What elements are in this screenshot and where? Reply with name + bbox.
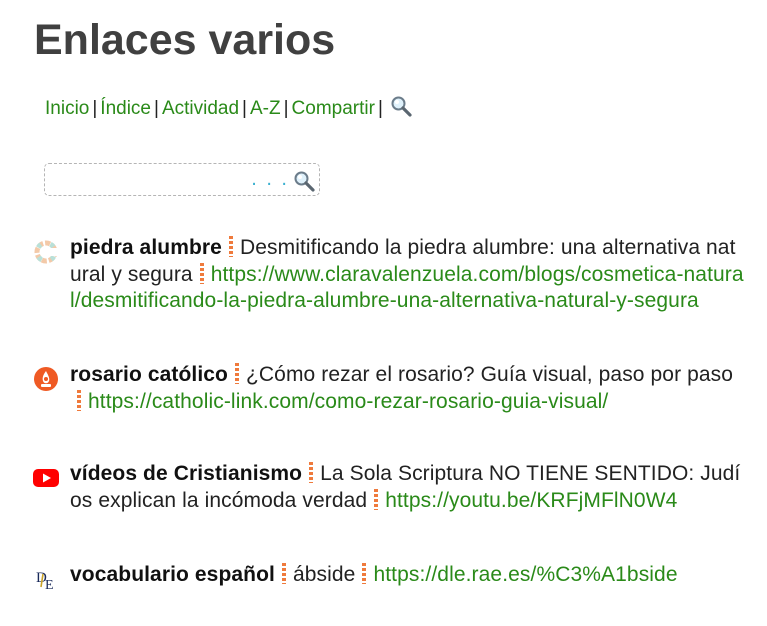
- entry-link[interactable]: https://dle.rae.es/%C3%A1bside: [373, 563, 677, 586]
- separator-bar: [374, 488, 379, 510]
- entry-term: vídeos de Cristianismo: [70, 462, 303, 485]
- search-box: . . .: [44, 163, 320, 196]
- entry-term: rosario católico: [70, 363, 228, 386]
- nav-link-compartir[interactable]: Compartir: [292, 98, 375, 119]
- separator-bar: [228, 236, 233, 257]
- nav-separator: |: [283, 98, 289, 119]
- entry-link[interactable]: https://catholic-link.com/como-rezar-ros…: [88, 390, 608, 413]
- clara-valenzuela-c-icon: [33, 239, 59, 265]
- catholic-link-icon: [33, 366, 59, 392]
- list-item: D E vocabulario español ábside https://dle…: [33, 562, 745, 593]
- search-icon[interactable]: [390, 95, 412, 125]
- list-item: vídeos de Cristianismo La Sola Scriptura …: [33, 461, 745, 514]
- svg-text:E: E: [45, 578, 54, 592]
- dle-rae-icon: D E: [33, 566, 59, 593]
- search-input[interactable]: [49, 167, 263, 193]
- nav-link-a-z[interactable]: A-Z: [250, 98, 281, 119]
- nav-link-actividad[interactable]: Actividad: [162, 98, 239, 119]
- entry-term: vocabulario español: [70, 563, 275, 586]
- page-title: Enlaces varios: [34, 16, 336, 64]
- entry-term: piedra alumbre: [70, 236, 222, 259]
- nav-link-indice[interactable]: Índice: [100, 98, 151, 119]
- separator-bar: [77, 389, 81, 411]
- youtube-icon: [33, 465, 59, 491]
- list-item: piedra alumbre Desmitificando la piedra a…: [33, 235, 745, 315]
- entry-description: ábside: [292, 563, 356, 586]
- nav-separator: |: [92, 98, 98, 119]
- separator-bar: [362, 563, 367, 584]
- entry-description: ¿Cómo rezar el rosario? Guía visual, pas…: [245, 363, 734, 386]
- nav-separator: |: [377, 98, 383, 119]
- separator-bar: [234, 363, 239, 384]
- separator-bar: [281, 563, 286, 584]
- separator-bar: [199, 262, 204, 284]
- nav-link-inicio[interactable]: Inicio: [45, 98, 89, 119]
- top-nav: Inicio | Índice | Actividad | A-Z | Compartir |: [45, 95, 412, 125]
- search-icon[interactable]: [293, 170, 315, 197]
- entry-link[interactable]: https://youtu.be/KRFjMFlN0W4: [385, 489, 677, 512]
- separator-bar: [309, 462, 314, 483]
- nav-separator: |: [242, 98, 247, 119]
- search-dots: . . .: [251, 168, 289, 190]
- nav-separator: |: [154, 98, 159, 119]
- list-item: rosario católico ¿Cómo rezar el rosario? …: [33, 362, 745, 415]
